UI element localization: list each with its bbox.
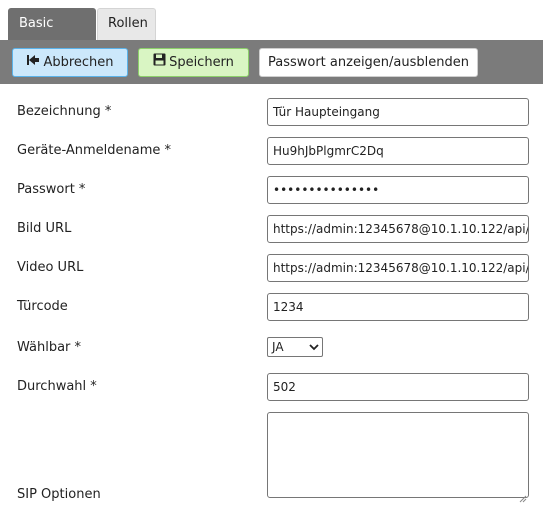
bezeichnung-input[interactable]: Tür Haupteingang xyxy=(267,98,529,126)
cancel-icon xyxy=(26,49,40,76)
sip-optionen-label: SIP Optionen xyxy=(17,487,101,502)
chevron-down-icon xyxy=(309,339,319,362)
bezeichnung-label: Bezeichnung * xyxy=(17,104,112,119)
tab-rollen[interactable]: Rollen xyxy=(97,8,156,40)
tuercode-input[interactable]: 1234 xyxy=(267,293,529,321)
video-url-input[interactable]: https://admin:12345678@10.1.10.122/api/c xyxy=(267,254,529,282)
save-label: Speichern xyxy=(169,55,234,70)
floppy-disk-icon xyxy=(153,49,166,76)
video-url-label: Video URL xyxy=(17,260,84,275)
toggle-password-button[interactable]: Passwort anzeigen/ausblenden xyxy=(259,48,478,77)
tuercode-label: Türcode xyxy=(17,299,68,314)
bild-url-label: Bild URL xyxy=(17,221,72,236)
passwort-label: Passwort * xyxy=(17,182,86,197)
durchwahl-input[interactable]: 502 xyxy=(267,373,529,401)
toolbar: Abbrechen Speichern Passwort anzeigen/au… xyxy=(0,40,543,84)
anmeldename-input[interactable]: Hu9hJbPlgmrC2Dq xyxy=(267,137,529,165)
bild-url-input[interactable]: https://admin:12345678@10.1.10.122/api/c xyxy=(267,215,529,243)
waehlbar-selected-value: JA xyxy=(272,340,284,354)
waehlbar-select[interactable]: JA xyxy=(267,337,323,357)
resize-handle-icon[interactable] xyxy=(519,488,527,503)
password-input[interactable]: ••••••••••••••• xyxy=(267,176,529,204)
save-button[interactable]: Speichern xyxy=(138,48,249,77)
tab-basic-data[interactable]: Basic Data xyxy=(8,8,96,61)
cancel-label: Abbrechen xyxy=(43,55,114,70)
waehlbar-label: Wählbar * xyxy=(17,340,82,355)
tab-bar: Basic Data Rollen xyxy=(0,0,543,61)
cancel-button[interactable]: Abbrechen xyxy=(12,48,128,77)
anmeldename-label: Geräte-Anmeldename * xyxy=(17,143,172,158)
durchwahl-label: Durchwahl * xyxy=(17,379,97,394)
sip-optionen-textarea[interactable] xyxy=(267,412,529,503)
